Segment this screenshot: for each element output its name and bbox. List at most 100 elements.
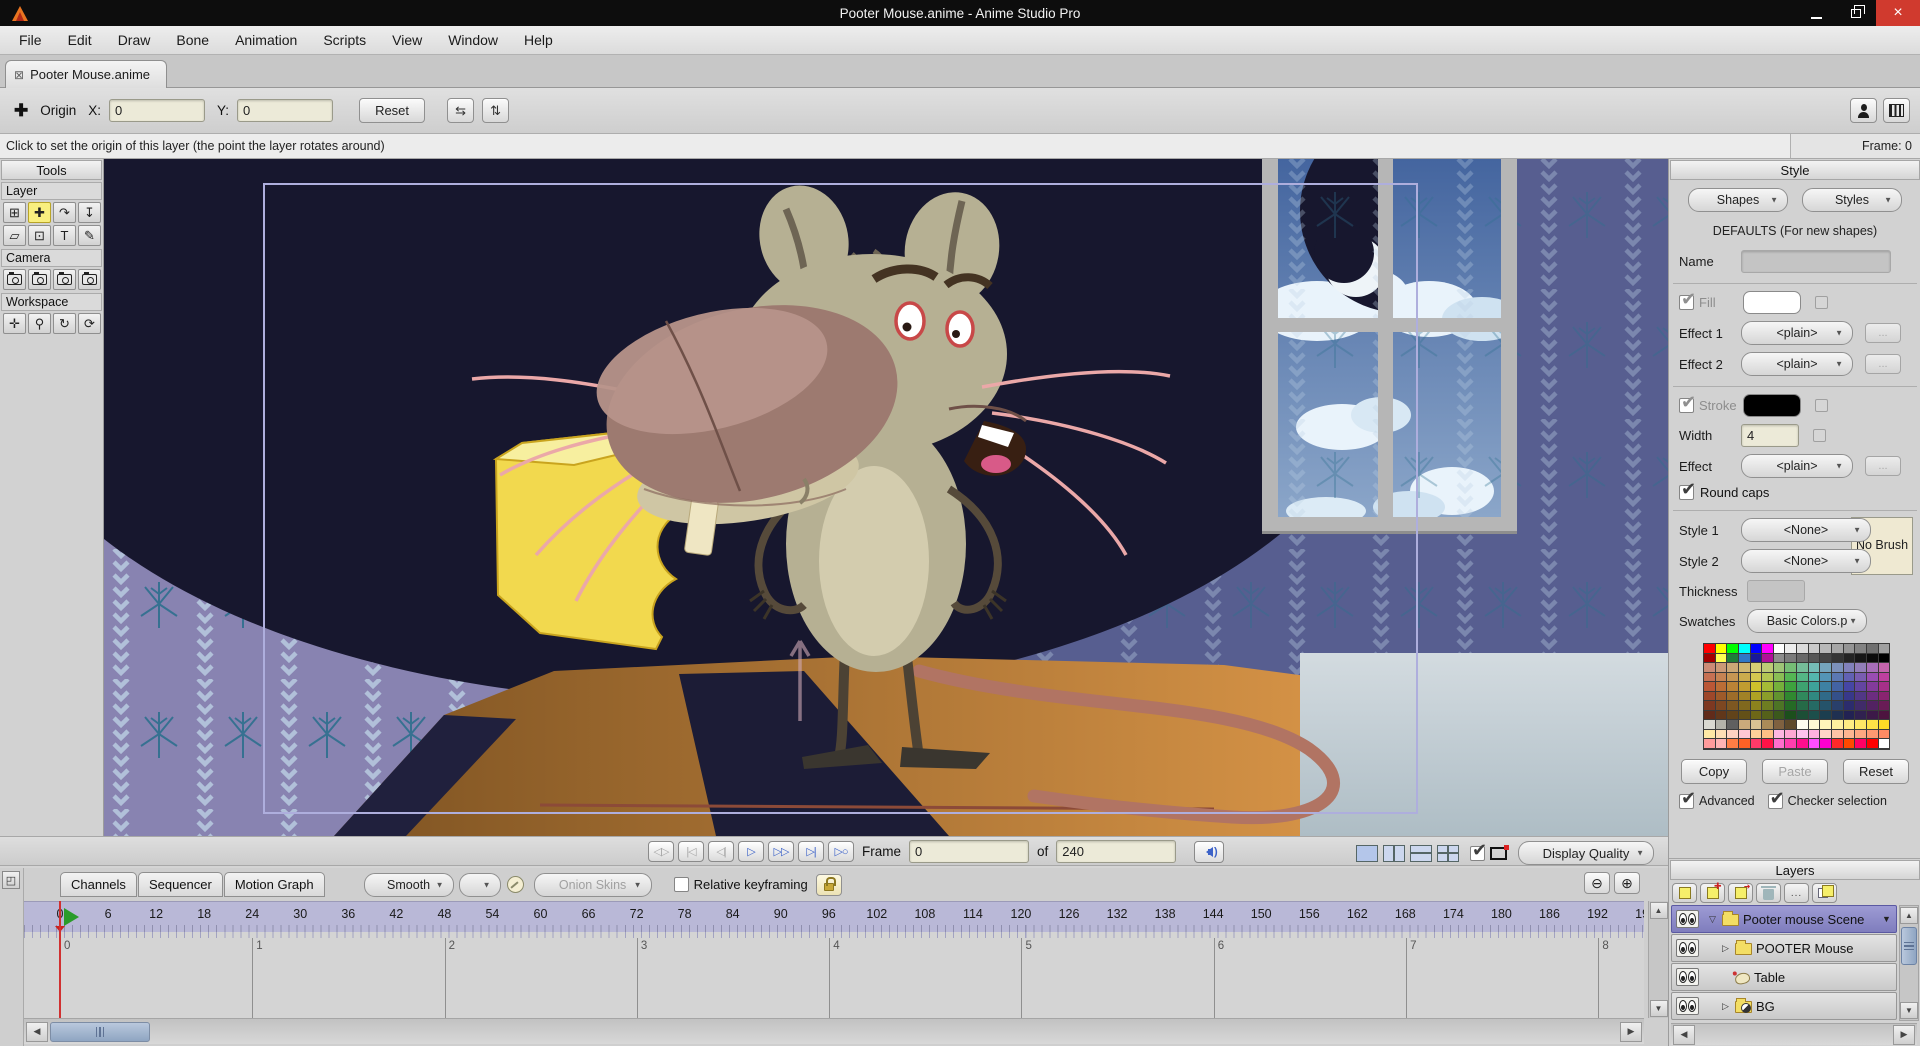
palette-swatch[interactable] [1774,682,1786,692]
menu-item[interactable]: Scripts [310,28,379,52]
palette-swatch[interactable] [1762,720,1774,730]
palette-swatch[interactable] [1879,720,1891,730]
new-layer-type-button[interactable] [1700,883,1725,903]
palette-swatch[interactable] [1739,701,1751,711]
close-button[interactable]: × [1876,0,1920,26]
width-extra-checkbox[interactable] [1813,429,1826,442]
palette-swatch[interactable] [1855,663,1867,673]
transform-layer-tool[interactable]: ↧ [78,202,101,223]
onion-skins-dropdown[interactable]: Onion Skins▼ [534,873,652,897]
palette-swatch[interactable] [1879,682,1891,692]
rotate-layer-tool[interactable]: ↷ [53,202,76,223]
palette-swatch[interactable] [1867,673,1879,683]
palette-swatch[interactable] [1855,692,1867,702]
palette-swatch[interactable] [1739,682,1751,692]
palette-swatch[interactable] [1820,720,1832,730]
palette-swatch[interactable] [1716,673,1728,683]
document-tab[interactable]: ⊠ Pooter Mouse.anime [5,60,167,88]
palette-swatch[interactable] [1739,692,1751,702]
menu-item[interactable]: Window [435,28,511,52]
orbit-workspace-tool[interactable]: ⟳ [78,313,101,334]
split-vertical-view-button[interactable] [1383,845,1405,862]
palette-swatch[interactable] [1867,644,1879,654]
origin-y-input[interactable] [237,99,333,122]
palette-swatch[interactable] [1716,654,1728,664]
panel-layout-button[interactable] [1883,98,1910,123]
palette-swatch[interactable] [1727,701,1739,711]
palette-swatch[interactable] [1844,739,1856,749]
flip-vertical-button[interactable]: ⇅ [482,98,509,123]
palette-swatch[interactable] [1879,654,1891,664]
fill-color-swatch[interactable] [1743,291,1801,314]
expand-arrow-icon[interactable]: ▷ [1718,1001,1733,1012]
palette-swatch[interactable] [1774,692,1786,702]
palette-swatch[interactable] [1879,739,1891,749]
fill-checkbox[interactable] [1679,295,1694,310]
palette-swatch[interactable] [1809,730,1821,740]
zoom-workspace-tool[interactable]: ⚲ [28,313,51,334]
palette-swatch[interactable] [1785,644,1797,654]
palette-swatch[interactable] [1739,720,1751,730]
menu-item[interactable]: View [379,28,435,52]
show-output-checkbox[interactable] [1470,846,1485,861]
shape-name-input[interactable] [1741,250,1891,273]
palette-swatch[interactable] [1785,654,1797,664]
palette-swatch[interactable] [1867,663,1879,673]
palette-swatch[interactable] [1855,673,1867,683]
palette-swatch[interactable] [1785,673,1797,683]
palette-swatch[interactable] [1716,644,1728,654]
palette-swatch[interactable] [1704,711,1716,721]
palette-swatch[interactable] [1727,739,1739,749]
tab-channels[interactable]: Channels [60,872,137,897]
tab-close-icon[interactable]: ⊠ [14,68,24,82]
palette-swatch[interactable] [1797,720,1809,730]
layer-row[interactable]: Table [1671,963,1897,991]
interpolation-dropdown[interactable]: Smooth▼ [364,873,454,897]
palette-swatch[interactable] [1867,739,1879,749]
scroll-down-arrow[interactable]: ▼ [1900,1002,1918,1019]
fill-extra-checkbox[interactable] [1815,296,1828,309]
stroke-checkbox[interactable] [1679,398,1694,413]
timeline-zoom-out-button[interactable]: ⊖ [1584,872,1610,894]
eyedropper-tool[interactable]: ✎ [78,225,101,246]
palette-swatch[interactable] [1809,692,1821,702]
stroke-width-input[interactable] [1741,424,1799,447]
rewind-button[interactable]: ◁▷ [648,841,674,862]
palette-swatch[interactable] [1879,644,1891,654]
palette-swatch[interactable] [1844,654,1856,664]
palette-swatch[interactable] [1867,720,1879,730]
delete-layer-button[interactable] [1756,883,1781,903]
style1-dropdown[interactable]: <None>▼ [1741,518,1871,542]
menu-item[interactable]: Draw [105,28,164,52]
tab-motion-graph[interactable]: Motion Graph [224,872,325,897]
visibility-eyes-icon[interactable] [1676,910,1699,928]
palette-swatch[interactable] [1855,701,1867,711]
palette-swatch[interactable] [1809,701,1821,711]
palette-swatch[interactable] [1797,739,1809,749]
palette-swatch[interactable] [1867,692,1879,702]
pan-workspace-tool[interactable]: ✛ [3,313,26,334]
duplicate-layer-button[interactable] [1728,883,1753,903]
single-view-button[interactable] [1356,845,1378,862]
palette-swatch[interactable] [1762,682,1774,692]
palette-swatch[interactable] [1867,654,1879,664]
palette-swatch[interactable] [1832,673,1844,683]
roll-camera-tool[interactable] [53,269,76,290]
translate-layer-tool[interactable]: ⊞ [3,202,26,223]
palette-swatch[interactable] [1704,701,1716,711]
timeline-ruler[interactable]: 0612182430364248546066727884909610210811… [24,901,1644,932]
expand-arrow-icon[interactable]: ▷ [1718,943,1733,954]
palette-swatch[interactable] [1774,701,1786,711]
palette-swatch[interactable] [1879,730,1891,740]
display-quality-dropdown[interactable]: Display Quality▼ [1518,841,1654,865]
palette-swatch[interactable] [1832,692,1844,702]
palette-swatch[interactable] [1785,739,1797,749]
new-layer-button[interactable] [1672,883,1697,903]
reset-origin-button[interactable]: Reset [359,98,425,123]
palette-swatch[interactable] [1716,739,1728,749]
checker-selection-checkbox[interactable] [1768,794,1783,809]
palette-swatch[interactable] [1844,692,1856,702]
palette-swatch[interactable] [1844,663,1856,673]
palette-swatch[interactable] [1716,730,1728,740]
palette-swatch[interactable] [1727,711,1739,721]
